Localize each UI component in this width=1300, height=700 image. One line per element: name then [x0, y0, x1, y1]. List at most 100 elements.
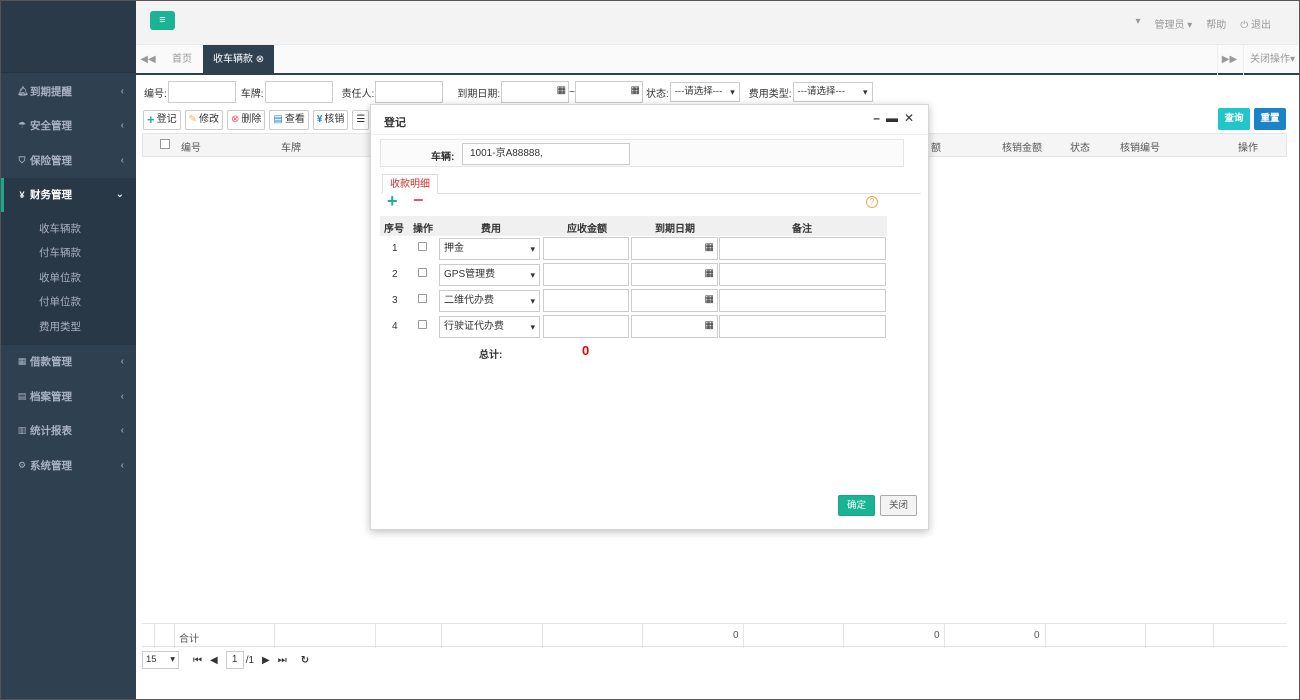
- column-number[interactable]: 编号: [181, 139, 201, 154]
- register-button[interactable]: + 登记: [143, 110, 181, 130]
- menu-toggle-button[interactable]: ≡: [150, 11, 175, 30]
- fee-select[interactable]: 押金: [439, 238, 540, 260]
- row-checkbox[interactable]: [418, 320, 427, 329]
- fee-select[interactable]: GPS管理费: [439, 264, 540, 286]
- last-page-icon[interactable]: ⏭: [278, 655, 287, 666]
- number-input[interactable]: [167, 81, 236, 103]
- page-size-select[interactable]: 15: [142, 651, 179, 669]
- column-verified-amount[interactable]: 核销金额: [1002, 139, 1042, 154]
- sidebar-item-reports[interactable]: ▥ 统计报表 ‹: [1, 414, 136, 449]
- list-button[interactable]: ☰: [352, 110, 370, 130]
- due-date-from-input[interactable]: ▦: [501, 81, 570, 103]
- remark-input[interactable]: [719, 315, 886, 338]
- confirm-button[interactable]: 确定: [838, 495, 876, 516]
- due-date-input[interactable]: ▦: [631, 315, 718, 338]
- status-select[interactable]: ---请选择---: [669, 82, 740, 102]
- remove-row-icon[interactable]: −: [413, 190, 424, 211]
- close-operations-menu[interactable]: 关闭操作▾: [1242, 45, 1295, 75]
- refresh-icon[interactable]: ↻: [301, 655, 309, 666]
- close-icon[interactable]: ✕: [904, 111, 914, 125]
- sidebar-subitem[interactable]: 付车辆款: [1, 241, 136, 266]
- detail-table-header: 序号 操作 费用 应收金额 到期日期 备注: [380, 216, 887, 236]
- due-date-input[interactable]: ▦: [631, 237, 718, 260]
- row-checkbox[interactable]: [418, 242, 427, 251]
- receivable-input[interactable]: [543, 315, 629, 338]
- tab-home[interactable]: 首页: [162, 45, 202, 75]
- reset-button[interactable]: 重置: [1254, 108, 1286, 130]
- fee-select[interactable]: 行驶证代办费: [439, 316, 540, 338]
- due-date-input[interactable]: ▦: [631, 263, 718, 286]
- next-page-icon[interactable]: ▶: [262, 655, 270, 666]
- bell-icon: 🔔︎: [17, 85, 29, 96]
- plate-input[interactable]: [264, 81, 333, 103]
- fee-select[interactable]: 二维代办费: [439, 290, 540, 312]
- sidebar-item-label: 安全管理: [30, 120, 72, 133]
- chevron-left-icon: ‹: [120, 120, 124, 132]
- column-amount[interactable]: 额: [931, 139, 941, 154]
- tab-active[interactable]: 收车辆款 ⊗: [203, 45, 275, 75]
- sidebar-item-archive[interactable]: ▤ 档案管理 ‹: [1, 379, 136, 414]
- help-link[interactable]: 帮助: [1206, 16, 1226, 31]
- receivable-input[interactable]: [543, 263, 629, 286]
- remark-input[interactable]: [719, 263, 886, 286]
- sidebar-subitem[interactable]: 付单位款: [1, 290, 136, 315]
- receivable-input[interactable]: [543, 237, 629, 260]
- add-row-icon[interactable]: +: [387, 191, 398, 212]
- page-input[interactable]: 1: [225, 651, 244, 669]
- maximize-icon[interactable]: ▬: [886, 111, 898, 125]
- due-date-input[interactable]: ▦: [631, 289, 718, 312]
- page-tabs: ◀◀ 首页 收车辆款 ⊗ ▶▶ 关闭操作▾: [136, 45, 1299, 75]
- edit-button[interactable]: ✎ 修改: [184, 110, 223, 130]
- chevron-left-icon: ‹: [120, 425, 124, 437]
- caret-down-icon[interactable]: ▾: [1135, 16, 1140, 31]
- sidebar-item-safety[interactable]: ☂ 安全管理 ‹: [1, 109, 136, 144]
- column-status[interactable]: 状态: [1070, 139, 1090, 154]
- action-toolbar: + 登记 ✎ 修改 ⊗ 删除 ▤ 查看 ¥ 核销 ☰: [143, 110, 370, 130]
- sidebar-subitem[interactable]: 收车辆款: [1, 216, 136, 241]
- sidebar-item-expiry[interactable]: 🔔︎ 到期提醒 ‹: [1, 74, 136, 109]
- owner-input[interactable]: [375, 81, 444, 103]
- user-menu[interactable]: 管理员 ▾: [1154, 16, 1192, 31]
- sidebar-item-finance[interactable]: ¥ 财务管理 ⌄: [1, 177, 136, 212]
- remark-input[interactable]: [719, 289, 886, 312]
- query-button[interactable]: 查询: [1218, 108, 1250, 130]
- receivable-input[interactable]: [543, 289, 629, 312]
- sidebar-item-loan[interactable]: ▦ 借款管理 ‹: [1, 345, 136, 380]
- view-icon: ▤: [273, 114, 283, 125]
- select-all-checkbox[interactable]: [160, 139, 170, 149]
- tab-scroll-right-icon[interactable]: ▶▶: [1217, 45, 1241, 75]
- chevron-down-icon: ⌄: [115, 189, 124, 201]
- sidebar-item-label: 档案管理: [30, 390, 72, 403]
- verify-button[interactable]: ¥ 核销: [312, 110, 349, 130]
- logout-link[interactable]: ⏻ 退出: [1240, 16, 1271, 31]
- gear-icon: ⚙: [17, 459, 27, 470]
- sidebar-subitem[interactable]: 收单位款: [1, 265, 136, 290]
- view-button[interactable]: ▤ 查看: [269, 110, 309, 130]
- minimize-icon[interactable]: –: [873, 111, 880, 125]
- row-checkbox[interactable]: [418, 294, 427, 303]
- yen-icon: ¥: [316, 114, 323, 125]
- close-button[interactable]: 关闭: [880, 495, 918, 516]
- remark-input[interactable]: [719, 237, 886, 260]
- first-page-icon[interactable]: ⏮: [193, 655, 202, 666]
- tab-scroll-left-icon[interactable]: ◀◀: [136, 45, 160, 75]
- vehicle-input[interactable]: 1001-京A88888,: [462, 143, 630, 165]
- column-plate[interactable]: 车牌: [281, 139, 301, 154]
- due-date-to-input[interactable]: ▦: [574, 81, 643, 103]
- chevron-left-icon: ‹: [120, 154, 124, 166]
- column-verify-no[interactable]: 核销编号: [1120, 139, 1160, 154]
- row-checkbox[interactable]: [418, 268, 427, 277]
- sidebar-item-insurance[interactable]: ⛉ 保险管理 ‹: [1, 143, 136, 178]
- sidebar-item-label: 保险管理: [30, 154, 72, 167]
- prev-page-icon[interactable]: ◀: [210, 655, 218, 666]
- tab-close-icon[interactable]: ⊗: [256, 54, 264, 65]
- help-icon[interactable]: ?: [866, 196, 878, 208]
- column-fee: 费用: [481, 224, 501, 235]
- sidebar-item-system[interactable]: ⚙ 系统管理 ‹: [1, 448, 136, 483]
- edit-icon: ✎: [188, 114, 197, 125]
- fee-type-select[interactable]: ---请选择---: [792, 82, 873, 102]
- delete-button[interactable]: ⊗ 删除: [226, 110, 266, 130]
- sidebar-subitem[interactable]: 费用类型: [1, 314, 136, 339]
- vehicle-row: 车辆: 1001-京A88888,: [380, 139, 904, 167]
- calendar-icon: ▦: [704, 242, 714, 253]
